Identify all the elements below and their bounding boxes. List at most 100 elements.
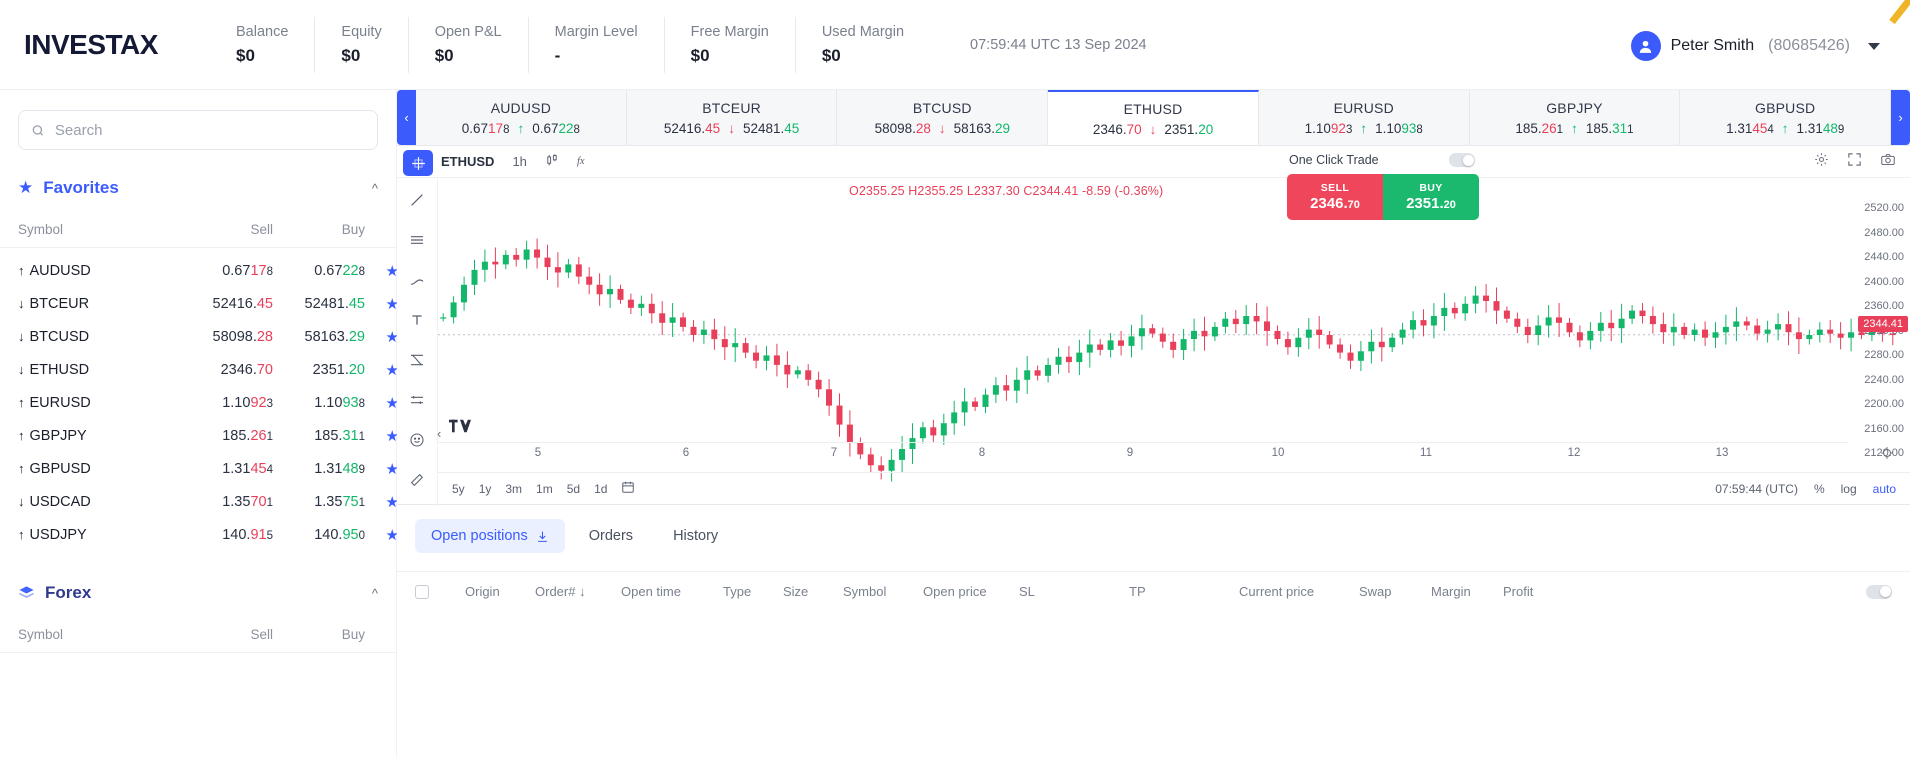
ruler-icon[interactable] xyxy=(409,472,425,493)
chart-range-1y[interactable]: 1y xyxy=(479,482,492,496)
chart-log-button[interactable]: log xyxy=(1841,482,1857,496)
chart-range-1d[interactable]: 1d xyxy=(594,482,607,496)
candlestick-icon[interactable] xyxy=(545,153,559,171)
table-column-header[interactable]: Open time xyxy=(621,584,723,599)
table-column-header[interactable]: Type xyxy=(723,584,783,599)
calendar-icon[interactable] xyxy=(621,480,635,497)
watchlist-row[interactable]: ↓ BTCUSD 58098.28 58163.29 ★ xyxy=(0,320,399,353)
watchlist-sell-price: 1.31454 xyxy=(222,460,273,477)
watchlist-row[interactable]: ↑ AUDUSD 0.67178 0.67228 ★ xyxy=(0,254,399,287)
crosshair-icon[interactable] xyxy=(403,150,433,176)
symbol-tab-ethusd[interactable]: ETHUSD 2346.70 ↓ 2351.20 xyxy=(1048,90,1259,145)
price-axis-tick: 2280.00 xyxy=(1864,349,1904,361)
chart-pct-button[interactable]: % xyxy=(1814,482,1825,496)
direction-icon: ↑ xyxy=(18,394,25,410)
chevron-down-icon[interactable] xyxy=(1868,42,1880,50)
table-column-header[interactable]: SL xyxy=(1019,584,1129,599)
brand-logo[interactable]: INVESTAX xyxy=(0,0,1910,61)
watchlist-row[interactable]: ↓ BTCEUR 52416.45 52481.45 ★ xyxy=(0,287,399,320)
watchlist-row[interactable]: ↑ EURUSD 1.10923 1.10938 ★ xyxy=(0,386,399,419)
table-options-toggle[interactable] xyxy=(1866,584,1892,599)
symbol-tab-btcusd[interactable]: BTCUSD 58098.28 ↓ 58163.29 xyxy=(837,90,1049,145)
watchlist-row[interactable]: ↓ USDCAD 1.35701 1.35751 ★ xyxy=(0,485,399,518)
chart-range-5d[interactable]: 5d xyxy=(567,482,580,496)
favorite-star-icon[interactable]: ★ xyxy=(365,328,399,346)
one-click-trade-toggle[interactable] xyxy=(1449,153,1475,167)
favorite-star-icon[interactable]: ★ xyxy=(365,493,399,511)
watchlist-buy-price: 1.35751 xyxy=(314,493,365,510)
table-column-header[interactable]: Symbol xyxy=(843,584,923,599)
table-column-header[interactable]: Swap xyxy=(1359,584,1431,599)
chart-range-5y[interactable]: 5y xyxy=(452,482,465,496)
sidebar-group-favorites[interactable]: ★ Favorites ^ xyxy=(0,164,396,212)
symbol-tab-gbpusd[interactable]: GBPUSD 1.31454 ↑ 1.31489 xyxy=(1680,90,1892,145)
chart-symbol[interactable]: ETHUSD xyxy=(441,154,494,169)
symbol-tab-eurusd[interactable]: EURUSD 1.10923 ↑ 1.10938 xyxy=(1258,90,1470,145)
tabbar-scroll-left[interactable]: ‹ xyxy=(397,90,416,145)
watchlist-sell-price: 58098.28 xyxy=(212,328,274,345)
stat-free-margin: Free Margin $0 xyxy=(663,16,795,73)
watchlist-row[interactable]: ↓ ETHUSD 2346.70 2351.20 ★ xyxy=(0,353,399,386)
gear-icon[interactable] xyxy=(1814,152,1829,172)
watchlist-buy-price: 52481.45 xyxy=(304,295,366,312)
positions-tab-history[interactable]: History xyxy=(657,519,734,553)
fx-icon[interactable]: fx xyxy=(577,153,591,171)
watchlist-row[interactable]: ↑ GBPUSD 1.31454 1.31489 ★ xyxy=(0,452,399,485)
favorite-star-icon[interactable]: ★ xyxy=(365,460,399,478)
chevron-up-icon[interactable]: ^ xyxy=(372,586,378,601)
tradingview-logo[interactable] xyxy=(449,418,471,434)
symbol-tab-btceur[interactable]: BTCEUR 52416.45 ↓ 52481.45 xyxy=(626,90,838,145)
chart-auto-button[interactable]: auto xyxy=(1873,482,1896,496)
table-column-header[interactable]: Margin xyxy=(1431,584,1503,599)
table-column-header[interactable]: Open price xyxy=(923,584,1019,599)
app-header: INVESTAX Balance $0 Equity $0 Open P&L $… xyxy=(0,0,1910,90)
camera-icon[interactable] xyxy=(1880,152,1896,172)
sidebar-group-forex[interactable]: Forex ^ xyxy=(0,569,396,617)
one-click-trade-row[interactable]: One Click Trade xyxy=(1287,146,1479,174)
fib-icon[interactable] xyxy=(409,352,425,373)
chevron-up-icon[interactable]: ^ xyxy=(372,181,378,196)
table-column-header[interactable]: Profit xyxy=(1503,584,1593,599)
table-column-header[interactable]: Origin xyxy=(465,584,535,599)
select-all-checkbox[interactable] xyxy=(415,584,429,599)
search-box[interactable] xyxy=(18,110,378,150)
favorite-star-icon[interactable]: ★ xyxy=(365,427,399,445)
svg-text:fx: fx xyxy=(577,156,585,167)
brush-icon[interactable] xyxy=(409,272,425,293)
table-column-header[interactable]: Order# ↓ xyxy=(535,584,621,599)
favorite-star-icon[interactable]: ★ xyxy=(365,295,399,313)
symbol-tab-audusd[interactable]: AUDUSD 0.67178 ↑ 0.67228 xyxy=(416,90,627,145)
watchlist-sell-price: 185.261 xyxy=(222,427,273,444)
sell-button[interactable]: SELL 2346.70 xyxy=(1287,174,1383,220)
chart-range-3m[interactable]: 3m xyxy=(505,482,522,496)
watchlist-row[interactable]: ↑ GBPJPY 185.261 185.311 ★ xyxy=(0,419,399,452)
watchlist-row[interactable]: ↑ USDJPY 140.915 140.950 ★ xyxy=(0,518,399,551)
search-input[interactable] xyxy=(54,121,365,139)
trendline-icon[interactable] xyxy=(409,192,425,213)
chart-range-1m[interactable]: 1m xyxy=(536,482,553,496)
chart-scroll-left-icon[interactable]: ‹ xyxy=(437,426,441,441)
table-column-header[interactable]: TP xyxy=(1129,584,1239,599)
symbol-tab-gbpjpy[interactable]: GBPJPY 185.261 ↑ 185.311 xyxy=(1469,90,1681,145)
buy-button[interactable]: BUY 2351.20 xyxy=(1383,174,1479,220)
horizontal-lines-icon[interactable] xyxy=(409,232,425,253)
chart-interval[interactable]: 1h xyxy=(512,154,526,169)
favorite-star-icon[interactable]: ★ xyxy=(365,526,399,544)
tabbar-scroll-right[interactable]: › xyxy=(1891,90,1910,145)
user-menu[interactable]: Peter Smith (80685426) xyxy=(1625,24,1894,68)
favorite-star-icon[interactable]: ★ xyxy=(365,394,399,412)
positions-tab-open-positions[interactable]: Open positions xyxy=(415,519,565,553)
symbol-tab-label: AUDUSD xyxy=(490,99,552,116)
text-icon[interactable] xyxy=(409,312,425,333)
watchlist-symbol: ↑ GBPUSD xyxy=(18,460,91,477)
favorite-star-icon[interactable]: ★ xyxy=(365,262,399,280)
emoji-icon[interactable] xyxy=(409,432,425,453)
symbol-tab-quote: 2346.70 ↓ 2351.20 xyxy=(1093,122,1213,137)
target-icon[interactable] xyxy=(1880,446,1894,465)
table-column-header[interactable]: Current price xyxy=(1239,584,1359,599)
positions-tab-orders[interactable]: Orders xyxy=(573,519,649,553)
table-column-header[interactable]: Size xyxy=(783,584,843,599)
measure-icon[interactable] xyxy=(409,392,425,413)
favorite-star-icon[interactable]: ★ xyxy=(365,361,399,379)
fullscreen-icon[interactable] xyxy=(1847,152,1862,172)
